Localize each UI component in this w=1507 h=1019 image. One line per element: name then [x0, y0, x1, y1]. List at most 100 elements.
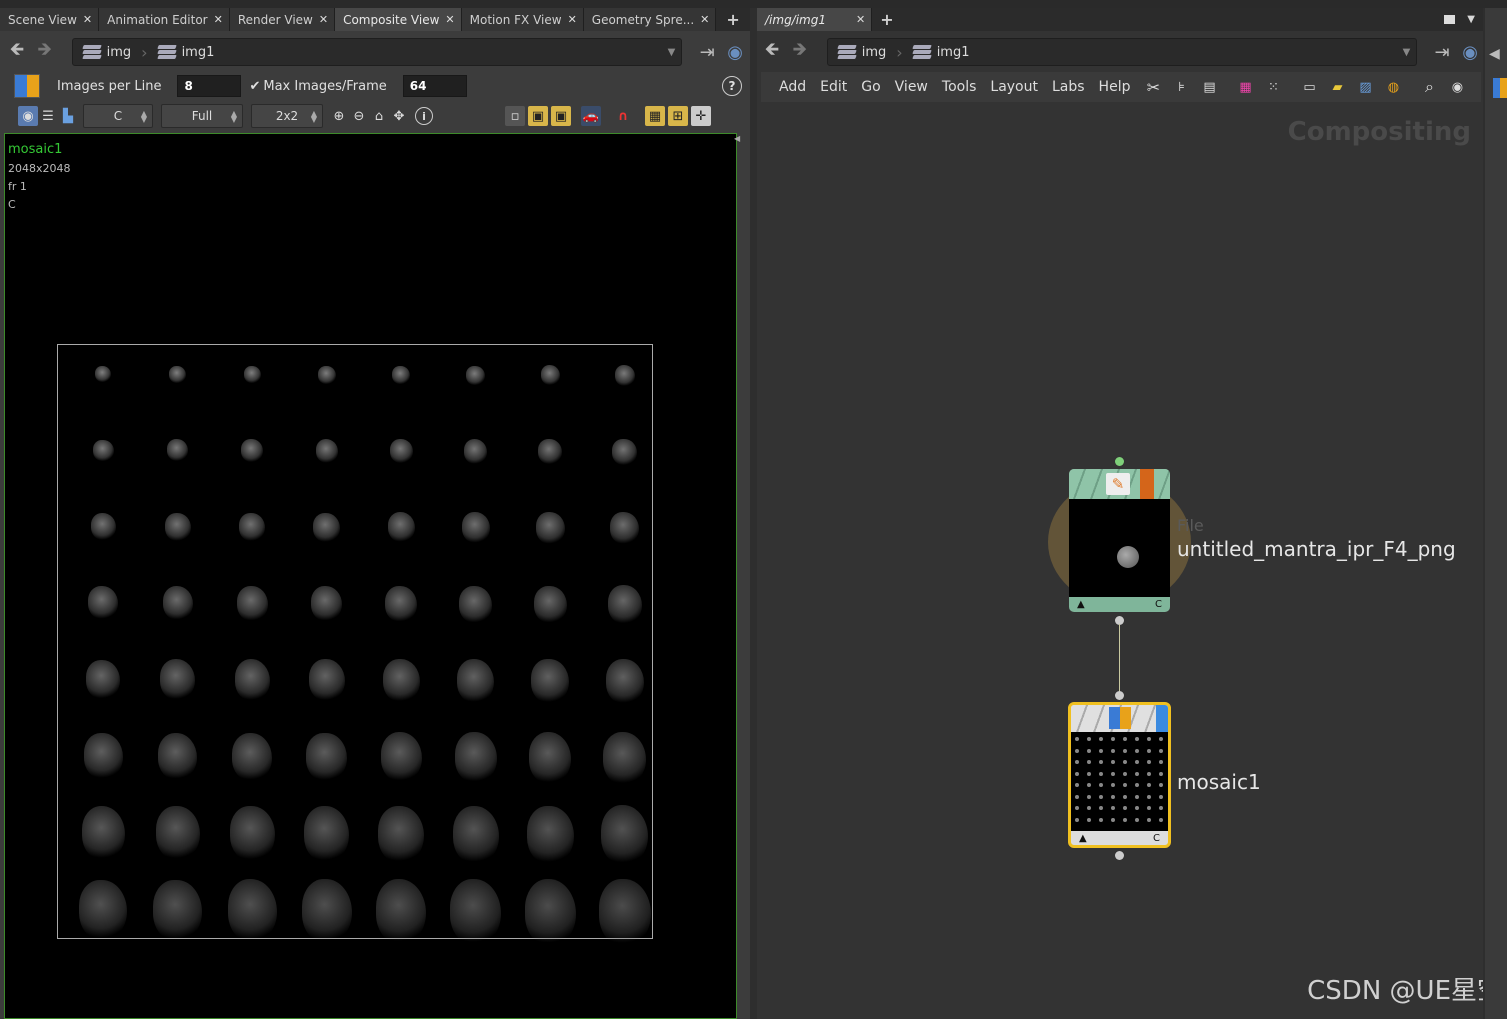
zoom-out-icon[interactable]: ⊖ [349, 106, 369, 126]
layers-icon [911, 45, 932, 59]
wrench-icon[interactable]: ✂ [1143, 77, 1163, 97]
pane-splitter[interactable] [750, 8, 757, 1019]
plane-select[interactable]: C ▲ ▼ [83, 104, 153, 128]
path-field[interactable]: img › img1 ▼ [71, 38, 683, 66]
forward-arrow-icon[interactable]: 🡺 [789, 39, 811, 63]
checkbox-checked-icon[interactable]: ✔ [249, 79, 260, 94]
menu-view[interactable]: View [888, 79, 935, 95]
crumb-img1[interactable]: img1 [903, 45, 980, 60]
eye-icon[interactable]: ◉ [1447, 77, 1467, 97]
input-connector[interactable] [1115, 691, 1124, 700]
mosaic-tile [243, 365, 261, 384]
pin-icon[interactable]: ⇥ [696, 41, 718, 63]
resolution-select[interactable]: Full ▲ ▼ [161, 104, 243, 128]
tab-composite-view[interactable]: Composite View ✕ [335, 8, 462, 31]
view-mode-icon[interactable]: ◉ [18, 106, 38, 126]
tab-motion-fx-view[interactable]: Motion FX View ✕ [461, 8, 584, 31]
background-image-icon[interactable]: ▨ [1355, 77, 1375, 97]
node-wire[interactable] [1119, 624, 1120, 692]
max-images-input[interactable]: 64 [402, 75, 467, 97]
mosaic-thumb-tile [1099, 771, 1103, 776]
histogram-icon[interactable]: ▙ [58, 106, 78, 126]
node-thumbnail [1069, 499, 1170, 597]
path-field[interactable]: img › img1 ▼ [826, 38, 1418, 66]
pin-icon[interactable]: ⇥ [1431, 41, 1453, 63]
grid-select[interactable]: 2x2 ▲ ▼ [251, 104, 323, 128]
crumb-img1[interactable]: img1 [148, 45, 225, 60]
link-icon[interactable]: ◉ [1459, 41, 1481, 63]
input-connector[interactable] [1115, 457, 1124, 466]
close-icon[interactable]: ✕ [445, 13, 454, 26]
tab-geometry-spreadsheet[interactable]: Geometry Spre... ✕ [583, 8, 717, 31]
add-tab-icon[interactable]: + [726, 10, 739, 29]
search-icon[interactable]: ⌕ [1419, 77, 1439, 97]
pane-menu-icon[interactable]: ▼ [1467, 14, 1475, 25]
tab-render-view[interactable]: Render View ✕ [229, 8, 336, 31]
mosaic-node-name[interactable]: mosaic1 [1177, 770, 1261, 794]
crumb-img[interactable]: img [73, 45, 142, 60]
images-per-line-input[interactable]: 8 [177, 75, 242, 97]
link-icon[interactable]: ◉ [724, 41, 746, 63]
output-connector[interactable] [1115, 851, 1124, 860]
network-canvas[interactable]: Compositing ✎ ▲ C File untitled_mantra_i… [757, 103, 1503, 1019]
channels-icon[interactable]: ☰ [38, 106, 58, 126]
color-palette-icon[interactable]: ▦ [1235, 77, 1255, 97]
mosaic-thumb-tile [1135, 748, 1139, 753]
close-icon[interactable]: ✕ [319, 13, 328, 26]
tab-scene-view[interactable]: Scene View ✕ [0, 8, 100, 31]
menu-tools[interactable]: Tools [935, 79, 984, 95]
menu-add[interactable]: Add [772, 79, 813, 95]
layout-compare-icon[interactable]: ▣ [551, 106, 571, 126]
checker-icon[interactable]: ▦ [645, 106, 665, 126]
mosaic-tile [461, 512, 490, 544]
chevron-down-icon[interactable]: ▼ [1403, 47, 1411, 58]
layout-single-icon[interactable]: ▫ [505, 106, 525, 126]
dot-icon[interactable]: ◍ [1383, 77, 1403, 97]
close-icon[interactable]: ✕ [83, 13, 92, 26]
home-icon[interactable]: ⌂ [369, 106, 389, 126]
magnet-icon[interactable]: ∩ [613, 106, 633, 126]
maximize-icon[interactable] [1444, 15, 1456, 24]
crosshair-icon[interactable]: ✛ [691, 106, 711, 126]
shape-palette-icon[interactable]: ⁙ [1263, 77, 1283, 97]
menu-layout[interactable]: Layout [983, 79, 1045, 95]
forward-arrow-icon[interactable]: 🡺 [34, 39, 56, 63]
list-icon[interactable]: ▤ [1199, 77, 1219, 97]
composite-toolbar-row2: ◉ ☰ ▙ C ▲ ▼ Full ▲ ▼ 2x2 ▲ ▼ ⊕ ⊖ ⌂ ✥ i ▫ ▣ ▣ 🚗… [18, 101, 746, 131]
close-icon[interactable]: ✕ [568, 13, 577, 26]
close-icon[interactable]: ✕ [214, 13, 223, 26]
zoom-in-icon[interactable]: ⊕ [329, 106, 349, 126]
render-car-icon[interactable]: 🚗 [581, 106, 601, 126]
file-node-name[interactable]: untitled_mantra_ipr_F4_png [1177, 537, 1456, 561]
menu-help[interactable]: Help [1092, 79, 1138, 95]
crumb-img[interactable]: img [828, 45, 897, 60]
menu-go[interactable]: Go [854, 79, 887, 95]
close-icon[interactable]: ✕ [700, 13, 709, 26]
display-flag-icon [1156, 705, 1168, 732]
grid-icon[interactable]: ⊞ [668, 106, 688, 126]
mosaic-node[interactable]: ▲ C [1068, 702, 1171, 848]
chevron-down-icon[interactable]: ▼ [668, 47, 676, 58]
add-tab-button[interactable]: + [872, 8, 900, 31]
scroll-arrow-icon[interactable]: ◀ [734, 134, 742, 144]
mosaic-cop-icon [1493, 78, 1507, 98]
tab-network-img1[interactable]: /img/img1 ✕ [757, 8, 873, 31]
tab-animation-editor[interactable]: Animation Editor ✕ [99, 8, 230, 31]
tree-icon[interactable]: ⊧ [1171, 77, 1191, 97]
help-icon[interactable]: ? [722, 76, 742, 96]
image-viewport[interactable]: mosaic1 2048x2048 fr 1 C ◀ [4, 133, 740, 1019]
menu-edit[interactable]: Edit [813, 79, 854, 95]
menu-labs[interactable]: Labs [1045, 79, 1092, 95]
sticky-note-icon[interactable]: ▰ [1327, 77, 1347, 97]
back-arrow-icon[interactable]: 🡸 [761, 39, 783, 63]
layout-split-icon[interactable]: ▣ [528, 106, 548, 126]
close-icon[interactable]: ✕ [856, 13, 865, 26]
mosaic-tile [466, 365, 486, 385]
frame-all-icon[interactable]: ✥ [389, 106, 409, 126]
back-arrow-icon[interactable]: 🡸 [6, 39, 28, 63]
network-box-icon[interactable]: ▭ [1299, 77, 1319, 97]
info-icon[interactable]: i [415, 107, 433, 125]
back-arrow-icon[interactable]: ◀ [1489, 46, 1500, 62]
file-node[interactable]: ✎ ▲ C [1069, 469, 1170, 612]
plane-select-value: C [113, 109, 123, 123]
